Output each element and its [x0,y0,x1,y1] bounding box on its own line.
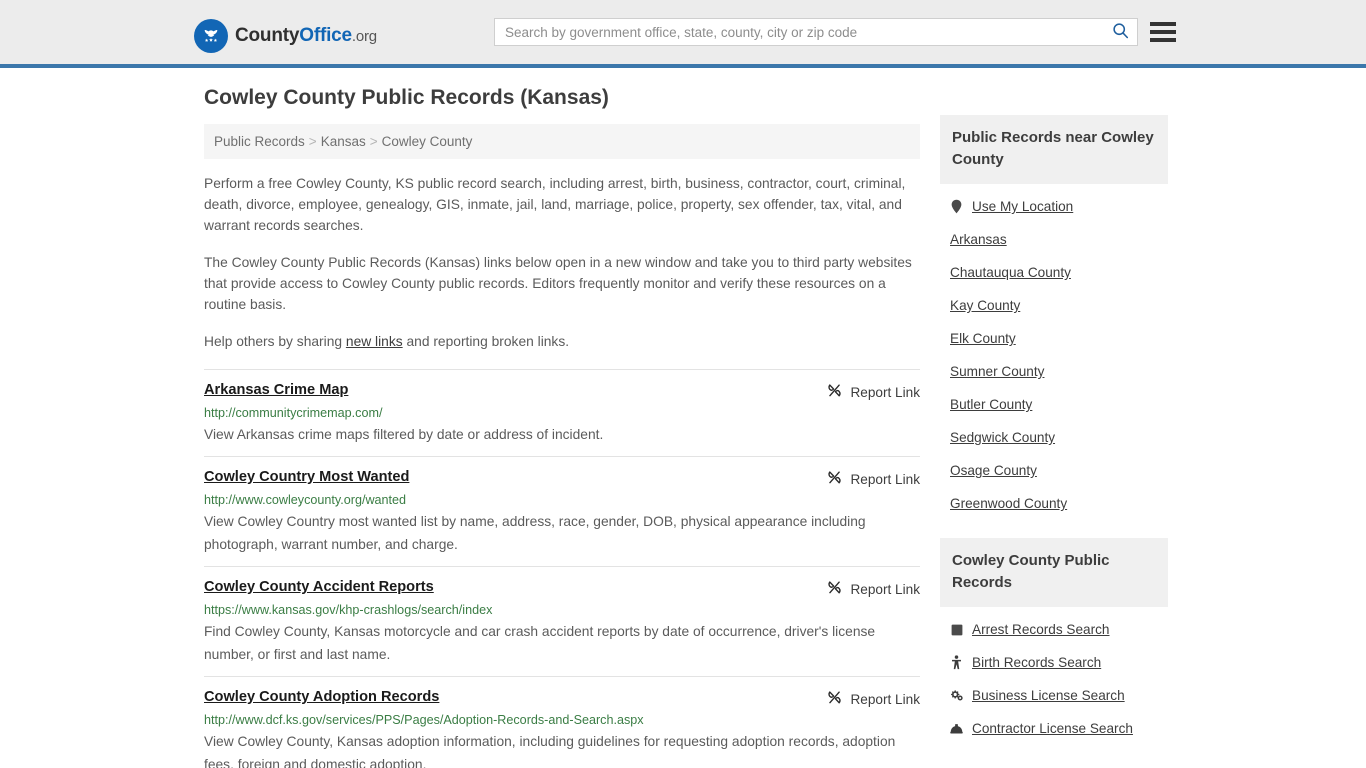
sidebar-nearby-link[interactable]: Osage County [950,463,1037,478]
broken-link-icon [827,470,842,488]
breadcrumb-item-cowley-county[interactable]: Cowley County [382,134,473,149]
page-title: Cowley County Public Records (Kansas) [204,86,609,109]
broken-link-icon [827,383,842,401]
broken-link-icon [827,580,842,598]
help-prefix: Help others by sharing [204,334,346,349]
result-header: Arkansas Crime Map Report Link [204,382,920,401]
sidebar-nearby-link[interactable]: Use My Location [972,199,1073,214]
sidebar-record-item[interactable]: Birth Records Search [940,646,1168,679]
sidebar-nearby-link[interactable]: Kay County [950,298,1020,313]
report-link-label: Report Link [850,581,920,597]
report-link-button[interactable]: Report Link [827,689,920,708]
sidebar-record-link[interactable]: Arrest Records Search [972,622,1110,637]
result-title-link[interactable]: Arkansas Crime Map [204,382,348,398]
sidebar-nearby-item[interactable]: Sedgwick County [940,421,1168,454]
sidebar-record-item[interactable]: Business License Search [940,679,1168,712]
report-link-label: Report Link [850,691,920,707]
site-logo[interactable]: CountyOffice.org [194,19,377,53]
hard-hat-icon [950,721,963,736]
search-bar[interactable] [494,18,1138,46]
breadcrumb-separator: > [369,134,378,149]
report-link-label: Report Link [850,384,920,400]
main-content: Cowley County Public Records (Kansas) Pu… [204,86,920,768]
sidebar-record-link[interactable]: Birth Records Search [972,655,1101,670]
report-link-label: Report Link [850,471,920,487]
gears-icon [950,688,963,703]
intro-paragraph-1: Perform a free Cowley County, KS public … [204,176,906,233]
result-url: https://www.kansas.gov/khp-crashlogs/sea… [204,603,493,617]
result-description: View Cowley Country most wanted list by … [204,514,866,552]
sidebar-nearby-list: Use My Location Arkansas Chautauqua County… [940,184,1168,520]
result-title-link[interactable]: Cowley County Accident Reports [204,579,434,595]
result-title-link[interactable]: Cowley Country Most Wanted [204,469,409,485]
baby-icon [950,655,963,670]
breadcrumb-separator: > [308,134,317,149]
sidebar-nearby-item[interactable]: Chautauqua County [940,256,1168,289]
result-title-link[interactable]: Cowley County Adoption Records [204,689,439,705]
report-link-button[interactable]: Report Link [827,579,920,598]
sidebar-nearby-link[interactable]: Arkansas [950,232,1007,247]
breadcrumb: Public Records > Kansas > Cowley County [204,124,920,159]
search-icon [1112,22,1129,42]
search-input[interactable] [495,19,1103,45]
sidebar-nearby-link[interactable]: Sedgwick County [950,430,1055,445]
sidebar-nearby-item[interactable]: Elk County [940,322,1168,355]
sidebar-record-link[interactable]: Business License Search [972,688,1125,703]
result-item: Cowley Country Most Wanted Report Link htt… [204,456,920,566]
search-button[interactable] [1103,19,1137,45]
sidebar-nearby-item[interactable]: Osage County [940,454,1168,487]
result-url: http://communitycrimemap.com/ [204,406,383,420]
results-list: Arkansas Crime Map Report Link http://comm… [204,369,920,768]
result-description: View Cowley County, Kansas adoption info… [204,734,896,768]
sidebar-nearby-link[interactable]: Elk County [950,331,1016,346]
logo-text-tld: .org [351,28,377,45]
sidebar-record-link[interactable]: Contractor License Search [972,721,1133,736]
sidebar-records-heading: Cowley County Public Records [940,538,1168,607]
sidebar-nearby-link[interactable]: Greenwood County [950,496,1067,511]
breadcrumb-item-public-records[interactable]: Public Records [214,134,305,149]
sidebar: Public Records near Cowley County Use My… [940,115,1168,745]
sidebar-nearby-heading: Public Records near Cowley County [940,115,1168,184]
sidebar-nearby-item[interactable]: Sumner County [940,355,1168,388]
report-link-button[interactable]: Report Link [827,382,920,401]
sidebar-nearby-link[interactable]: Butler County [950,397,1032,412]
sidebar-nearby-link[interactable]: Sumner County [950,364,1044,379]
logo-wordmark: CountyOffice.org [235,25,377,47]
result-header: Cowley County Adoption Records Report Lin… [204,689,920,708]
broken-link-icon [827,690,842,708]
sidebar-record-item[interactable]: Arrest Records Search [940,613,1168,646]
report-link-button[interactable]: Report Link [827,469,920,488]
sidebar-nearby-item[interactable]: Kay County [940,289,1168,322]
result-item: Cowley County Adoption Records Report Lin… [204,676,920,768]
result-description: Find Cowley County, Kansas motorcycle an… [204,624,876,662]
map-pin-icon [950,199,963,214]
logo-text-office: Office [299,25,352,46]
eagle-seal-icon [194,19,228,53]
breadcrumb-item-kansas[interactable]: Kansas [321,134,366,149]
sidebar-record-item[interactable]: Contractor License Search [940,712,1168,745]
sidebar-nearby-item[interactable]: Use My Location [940,190,1168,223]
help-suffix: and reporting broken links. [402,334,570,349]
result-url: http://www.dcf.ks.gov/services/PPS/Pages… [204,713,644,727]
hamburger-menu-icon[interactable] [1150,19,1176,45]
sidebar-nearby-item[interactable]: Arkansas [940,223,1168,256]
result-description: View Arkansas crime maps filtered by dat… [204,427,604,442]
sidebar-records-list: Arrest Records Search Birth Records Searc… [940,607,1168,745]
new-links-link[interactable]: new links [346,334,403,349]
intro-paragraph-2: The Cowley County Public Records (Kansas… [204,255,912,312]
result-item: Arkansas Crime Map Report Link http://comm… [204,369,920,456]
sidebar-nearby-item[interactable]: Butler County [940,388,1168,421]
logo-text-county: County [235,25,300,46]
result-url: http://www.cowleycounty.org/wanted [204,493,407,507]
result-item: Cowley County Accident Reports Report Lin… [204,566,920,676]
help-others-line: Help others by sharing new links and rep… [204,331,920,352]
sidebar-nearby-item[interactable]: Greenwood County [940,487,1168,520]
result-header: Cowley County Accident Reports Report Lin… [204,579,920,598]
fingerprint-card-icon [950,622,963,637]
site-header: CountyOffice.org [0,0,1366,68]
sidebar-nearby-link[interactable]: Chautauqua County [950,265,1071,280]
result-header: Cowley Country Most Wanted Report Link [204,469,920,488]
